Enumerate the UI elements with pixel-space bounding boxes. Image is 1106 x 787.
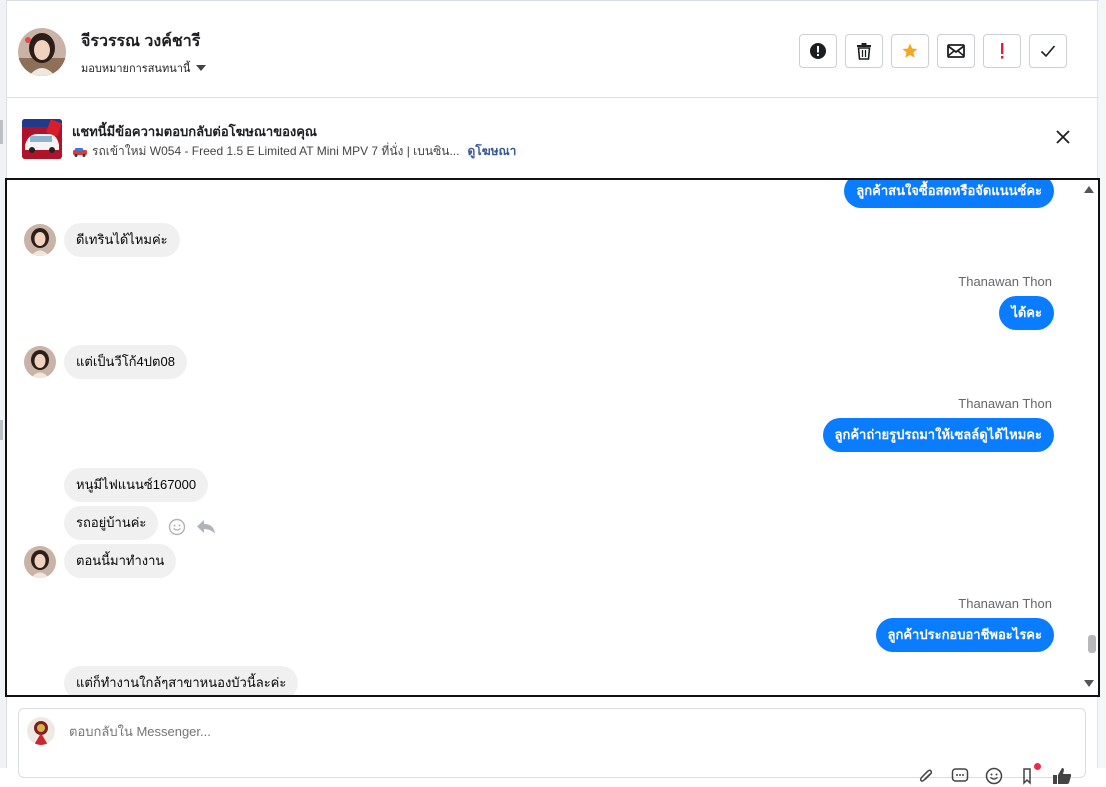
message-bubble[interactable]: ได้คะ <box>999 296 1054 330</box>
ad-thumbnail[interactable] <box>22 119 62 159</box>
scrollbar-thumb[interactable] <box>1088 635 1096 653</box>
like-button[interactable] <box>1051 765 1073 787</box>
message-incoming: ตอนนี้มาทำงาน <box>64 544 177 578</box>
message-bubble[interactable]: ลูกค้าสนใจซื้อสดหรือจัดแนนซ์คะ <box>844 180 1054 208</box>
ad-banner-title: แชทนี้มีข้อความตอบกลับต่อโฆษณาของคุณ <box>72 124 317 139</box>
conversation-header: จีรวรรณ วงค์ชารี มอบหมายการสนทนานี้ <box>6 0 1099 98</box>
composer-tools <box>915 763 1073 787</box>
reply-input[interactable] <box>67 723 671 740</box>
tag-icon <box>1023 768 1031 785</box>
exclamation-icon <box>1001 43 1004 59</box>
message-bubble[interactable]: ลูกค้าประกอบอาชีพอะไรคะ <box>875 618 1054 652</box>
message-outgoing: ได้คะ <box>999 296 1054 330</box>
message-bubble[interactable]: รถอยู่บ้านค่ะ <box>64 506 159 540</box>
message-thread[interactable]: ลูกค้าสนใจซื้อสดหรือจัดแนนซ์คะ ดีเทรินได… <box>5 178 1100 697</box>
star-button[interactable] <box>891 34 929 68</box>
thread-scrollbar[interactable] <box>1084 180 1098 695</box>
paperclip-icon <box>919 769 933 782</box>
follow-up-button[interactable] <box>983 34 1021 68</box>
message-incoming: ดีเทรินได้ไหมค่ะ <box>64 223 180 257</box>
exclamation-circle-icon <box>810 43 826 59</box>
attach-button[interactable] <box>915 765 937 787</box>
label-button[interactable] <box>1017 763 1041 787</box>
contact-avatar[interactable] <box>18 28 66 76</box>
close-icon[interactable] <box>1055 129 1071 145</box>
assign-label: มอบหมายการสนทนานี้ <box>81 63 191 75</box>
star-icon <box>902 43 918 58</box>
ad-banner-subtitle: รถเข้าใหม่ W054 - Freed 1.5 E Limited AT… <box>72 142 516 161</box>
car-icon <box>73 147 87 157</box>
scroll-down-arrow-icon[interactable] <box>1084 680 1094 687</box>
sender-name: Thanawan Thon <box>958 396 1052 411</box>
check-icon <box>1040 45 1056 58</box>
contact-avatar-small <box>24 346 56 378</box>
notification-dot <box>1034 763 1041 770</box>
ad-reply-banner: แชทนี้มีข้อความตอบกลับต่อโฆษณาของคุณ รถเ… <box>6 99 1099 177</box>
envelope-icon <box>947 44 965 58</box>
message-bubble[interactable]: แต่เป็นวีโก้4ปต08 <box>64 345 187 379</box>
ad-name: รถเข้าใหม่ W054 - Freed 1.5 E Limited AT… <box>92 144 460 158</box>
message-bubble[interactable]: ดีเทรินได้ไหมค่ะ <box>64 223 180 257</box>
emoji-button[interactable] <box>983 765 1005 787</box>
thumbs-up-icon <box>1053 768 1072 784</box>
contact-avatar-small <box>24 224 56 256</box>
scroll-up-arrow-icon[interactable] <box>1084 186 1094 193</box>
message-outgoing: ลูกค้าถ่ายรูปรถมาให้เซลล์ดูได้ไหมคะ <box>822 418 1054 452</box>
message-incoming: หนูมีไฟแนนซ์167000 <box>64 468 209 502</box>
view-ad-link[interactable]: ดูโฆษณา <box>467 142 516 161</box>
spam-button[interactable] <box>799 34 837 68</box>
trash-icon <box>857 43 871 60</box>
react-emoji-icon[interactable] <box>168 518 186 536</box>
emoji-icon <box>985 767 1003 785</box>
message-incoming: แต่ก็ทำงานใกล้ๆสาขาหนองบัวนี้ละค่ะ <box>64 666 299 695</box>
done-button[interactable] <box>1029 34 1067 68</box>
message-bubble[interactable]: ตอนนี้มาทำงาน <box>64 544 177 578</box>
header-actions <box>799 34 1067 68</box>
chevron-down-icon <box>196 65 207 71</box>
contact-name[interactable]: จีรวรรณ วงค์ชารี <box>81 29 200 54</box>
message-incoming: แต่เป็นวีโก้4ปต08 <box>64 345 187 379</box>
mark-unread-button[interactable] <box>937 34 975 68</box>
message-bubble[interactable]: หนูมีไฟแนนซ์167000 <box>64 468 209 502</box>
chat-bubble-dots-icon <box>951 768 969 782</box>
edge-marker <box>0 120 3 144</box>
assign-conversation-dropdown[interactable]: มอบหมายการสนทนานี้ <box>81 59 207 77</box>
delete-button[interactable] <box>845 34 883 68</box>
message-bubble[interactable]: แต่ก็ทำงานใกล้ๆสาขาหนองบัวนี้ละค่ะ <box>64 666 299 695</box>
saved-replies-button[interactable] <box>949 765 971 787</box>
edge-marker <box>0 420 3 440</box>
sender-name: Thanawan Thon <box>958 274 1052 289</box>
message-incoming: รถอยู่บ้านค่ะ <box>64 506 216 540</box>
message-outgoing: ลูกค้าสนใจซื้อสดหรือจัดแนนซ์คะ <box>844 180 1054 208</box>
contact-avatar-small <box>24 546 56 578</box>
message-outgoing: ลูกค้าประกอบอาชีพอะไรคะ <box>875 618 1054 652</box>
message-bubble[interactable]: ลูกค้าถ่ายรูปรถมาให้เซลล์ดูได้ไหมคะ <box>822 418 1054 452</box>
sender-name: Thanawan Thon <box>958 596 1052 611</box>
page-avatar <box>27 717 55 745</box>
reply-icon[interactable] <box>196 519 216 535</box>
